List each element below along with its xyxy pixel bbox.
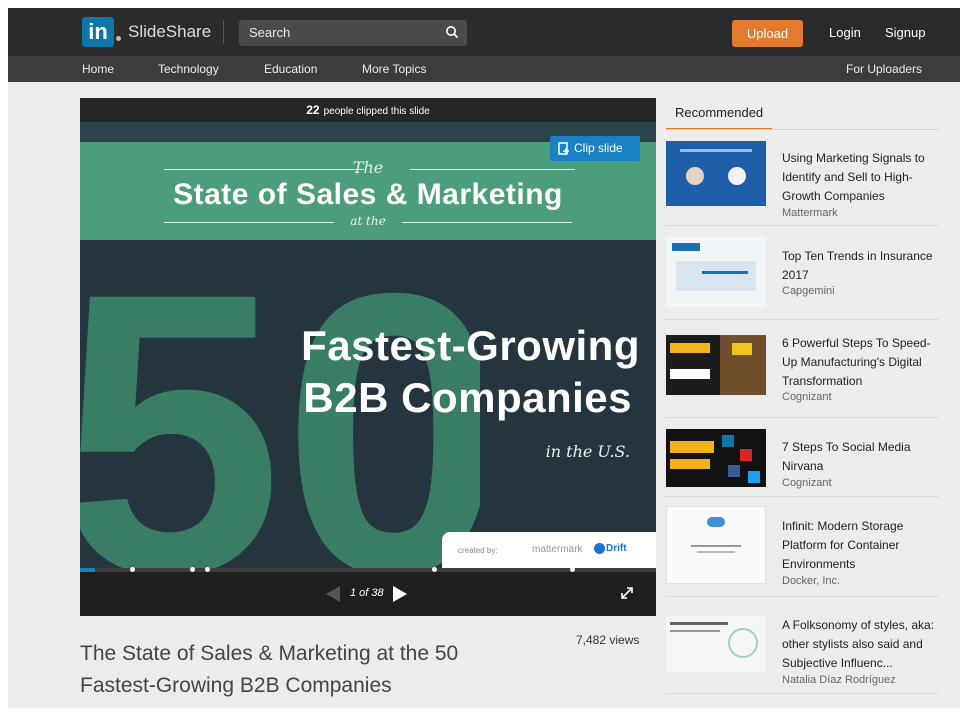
- page-frame: in SlideShare Search Upload Login Signup…: [8, 8, 960, 708]
- recommended-author: Capgemini: [782, 285, 835, 297]
- clipped-text: people clipped this slide: [323, 106, 430, 117]
- signup-link[interactable]: Signup: [885, 25, 925, 40]
- clipped-count: 22: [306, 103, 320, 117]
- recommended-title[interactable]: A Folksonomy of styles, aka: other styli…: [782, 616, 942, 673]
- login-link[interactable]: Login: [829, 25, 861, 40]
- thumb-avatar: [686, 167, 704, 185]
- recommended-item[interactable]: Infinit: Modern Storage Platform for Con…: [666, 498, 939, 597]
- recommended-thumbnail: [666, 141, 766, 206]
- recommended-title[interactable]: Infinit: Modern Storage Platform for Con…: [782, 517, 942, 574]
- slide-player: 22 people clipped this slide 50 The State…: [80, 98, 656, 616]
- recommended-thumbnail: [666, 237, 766, 307]
- thumb-stripe: [670, 369, 710, 379]
- thumb-twitter-icon: [748, 471, 760, 483]
- slide-credit: created by: mattermark Drift: [442, 532, 656, 568]
- player-controls: 1 of 38: [80, 572, 656, 616]
- next-slide-icon[interactable]: [393, 586, 407, 602]
- recommended-title[interactable]: 7 Steps To Social Media Nirvana: [782, 438, 942, 476]
- slide-at-the: at the: [350, 214, 386, 228]
- recommended-author: Docker, Inc.: [782, 575, 841, 587]
- credit-mattermark: mattermark: [532, 544, 583, 555]
- clip-slide-button[interactable]: Clip slide: [550, 136, 640, 161]
- slide-line2: B2B Companies: [303, 374, 632, 421]
- credit-drift: Drift: [606, 543, 627, 554]
- recommended-item[interactable]: 6 Powerful Steps To Speed-Up Manufacturi…: [666, 321, 939, 418]
- recommended-thumbnail: [666, 506, 766, 584]
- recommended-item[interactable]: Top Ten Trends in Insurance 2017 Capgemi…: [666, 227, 939, 320]
- thumb-docker-icon: [707, 517, 725, 527]
- upload-button[interactable]: Upload: [732, 20, 803, 47]
- thumb-youtube-icon: [740, 449, 752, 461]
- brand-name[interactable]: SlideShare: [128, 22, 211, 42]
- slide-main-title: State of Sales & Marketing: [173, 178, 563, 211]
- fullscreen-icon[interactable]: [620, 586, 634, 600]
- slide-line1: Fastest-Growing: [301, 322, 640, 369]
- clip-slide-label: Clip slide: [574, 141, 623, 155]
- view-count: 7,482 views: [576, 633, 640, 647]
- thumb-text-line: [697, 551, 735, 553]
- thumb-stripe: [670, 441, 714, 453]
- tab-recommended[interactable]: Recommended: [666, 104, 772, 130]
- thumb-stripe: [670, 459, 710, 469]
- page-indicator: 1 of 38: [350, 587, 384, 599]
- thumb-linkedin-icon: [722, 435, 734, 447]
- thumb-graphic: [728, 628, 758, 658]
- nav-home[interactable]: Home: [82, 62, 114, 76]
- document-title: The State of Sales & Marketing at the 50…: [80, 642, 459, 697]
- recommended-title[interactable]: Using Marketing Signals to Identify and …: [782, 149, 942, 206]
- slide-in-us: in the U.S.: [545, 442, 630, 461]
- previous-slide-icon[interactable]: [326, 586, 340, 602]
- thumb-stripe: [670, 343, 710, 353]
- thumb-helmet: [732, 343, 752, 355]
- credit-created-by: created by:: [458, 546, 498, 555]
- thumb-stripe: [680, 149, 752, 152]
- recommended-author: Mattermark: [782, 207, 838, 219]
- slide-image[interactable]: 50 The State of Sales & Marketing at the…: [80, 122, 656, 568]
- clipped-bar: 22 people clipped this slide: [80, 98, 656, 122]
- search-placeholder: Search: [249, 25, 291, 40]
- recommended-item[interactable]: 7 Steps To Social Media Nirvana Cognizan…: [666, 419, 939, 497]
- thumb-text-line: [691, 545, 741, 547]
- recommended-title[interactable]: Top Ten Trends in Insurance 2017: [782, 247, 942, 285]
- recommended-item[interactable]: Using Marketing Signals to Identify and …: [666, 130, 939, 226]
- thumb-stripe: [702, 271, 748, 274]
- thumb-logo: [672, 243, 700, 251]
- nav-more-topics[interactable]: More Topics: [362, 62, 426, 76]
- recommended-author: Natalia Díaz Rodríguez: [782, 674, 896, 686]
- thumb-facebook-icon: [728, 465, 740, 477]
- search-icon[interactable]: [445, 25, 459, 39]
- recommended-thumbnail: [666, 616, 766, 672]
- recommended-item[interactable]: A Folksonomy of styles, aka: other styli…: [666, 598, 939, 694]
- recommended-title[interactable]: 6 Powerful Steps To Speed-Up Manufacturi…: [782, 334, 942, 391]
- thumb-graphic: [676, 261, 756, 291]
- thumb-text-line: [670, 622, 728, 625]
- nav-technology[interactable]: Technology: [158, 62, 219, 76]
- header-divider: [223, 20, 224, 44]
- search-input[interactable]: Search: [239, 20, 467, 46]
- logo-dot: [116, 36, 121, 41]
- recommended-thumbnail: [666, 429, 766, 487]
- nav-bar: Home Technology Education More Topics Fo…: [8, 56, 960, 82]
- drift-logo-icon: [594, 543, 605, 554]
- nav-education[interactable]: Education: [264, 62, 317, 76]
- recommended-thumbnail: [666, 335, 766, 395]
- thumb-text-line: [670, 630, 720, 632]
- nav-for-uploaders[interactable]: For Uploaders: [846, 62, 922, 76]
- recommended-author: Cognizant: [782, 391, 832, 403]
- top-bar: in SlideShare Search Upload Login Signup: [8, 8, 960, 56]
- thumb-avatar: [728, 167, 746, 185]
- clip-icon: [558, 142, 569, 155]
- recommended-author: Cognizant: [782, 477, 832, 489]
- linkedin-logo[interactable]: in: [82, 17, 114, 47]
